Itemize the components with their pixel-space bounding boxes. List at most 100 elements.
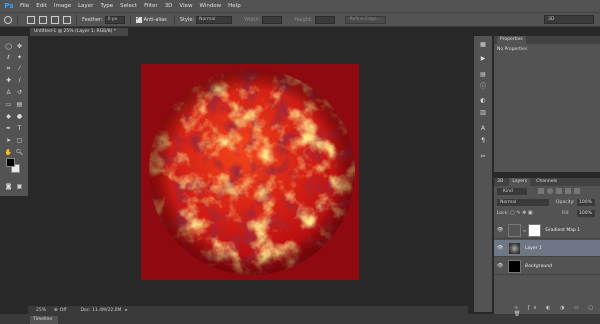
menu-3d[interactable]: 3D <box>165 3 173 9</box>
lock-icons[interactable]: ▢ ✎ ✥ ▣ <box>510 210 533 216</box>
document-tab[interactable]: Untitled-1 @ 25% (Layer 1, RGB/8) * <box>30 28 128 36</box>
adjustment-thumbnail <box>508 223 521 237</box>
layer-row-gradient-map[interactable]: 👁︎ ∞ Gradient Map 1 <box>494 222 600 239</box>
timeline-tab[interactable]: Timeline <box>30 316 58 324</box>
workspace-select[interactable]: 3D <box>544 15 594 24</box>
quick-mask-icon[interactable]: ◙ <box>4 182 13 191</box>
pen-icon[interactable]: ✒ <box>4 124 13 133</box>
menu-image[interactable]: Image <box>54 3 71 9</box>
properties-tab[interactable]: Properties <box>497 36 526 44</box>
width-input[interactable] <box>262 15 283 24</box>
magic-wand-icon[interactable]: ✦ <box>15 53 24 62</box>
eyedropper-icon[interactable]: ⁄ <box>15 64 24 73</box>
properties-panel: Properties No Properties <box>494 36 600 172</box>
smart-object-filter-icon[interactable] <box>574 188 580 194</box>
tab-3d[interactable]: 3D <box>497 178 503 186</box>
tab-layers[interactable]: Layers <box>509 178 531 186</box>
history-brush-icon[interactable]: ↺ <box>15 88 24 97</box>
canvas[interactable] <box>141 64 359 280</box>
pixel-filter-icon[interactable] <box>538 188 544 194</box>
fire-planet-image <box>149 69 355 275</box>
swatches-icon[interactable]: ▤ <box>478 70 488 79</box>
layer-name: Background <box>525 263 552 269</box>
subtract-selection-icon[interactable] <box>51 15 59 24</box>
mask-thumbnail[interactable] <box>528 223 542 237</box>
eraser-icon[interactable]: ▭ <box>4 100 13 109</box>
dodge-icon[interactable]: ● <box>15 112 24 121</box>
screen-mode-icon[interactable]: ▣ <box>15 182 24 191</box>
menu-filter[interactable]: Filter <box>144 3 158 9</box>
layer-row-layer-1[interactable]: 👁︎ Layer 1 <box>494 240 600 257</box>
actions-icon[interactable]: ▶ <box>478 54 488 63</box>
style-label: Style: <box>179 16 195 23</box>
healing-brush-icon[interactable]: ✚ <box>4 76 13 85</box>
type-icon[interactable]: T <box>15 124 24 133</box>
visibility-eye-icon[interactable]: 👁︎ <box>497 245 505 251</box>
feather-label: Feather: <box>82 16 103 23</box>
menu-view[interactable]: View <box>179 3 192 9</box>
menu-file[interactable]: File <box>20 3 29 9</box>
type-filter-icon[interactable] <box>556 188 562 194</box>
layer-row-background[interactable]: 👁︎ Background <box>494 258 600 275</box>
hand-icon[interactable]: ✋ <box>4 148 13 157</box>
crop-icon[interactable]: ⌗ <box>4 64 13 73</box>
move-icon[interactable]: ✥ <box>15 42 24 51</box>
menu-window[interactable]: Window <box>199 3 221 9</box>
layers-panel-header: 3D Layers Channels <box>494 178 600 186</box>
new-selection-icon[interactable] <box>27 15 35 24</box>
antialias-checkbox[interactable] <box>135 15 142 23</box>
adjustment-filter-icon[interactable] <box>547 188 553 194</box>
gradient-icon[interactable]: ▤ <box>15 100 24 109</box>
refine-edge-button[interactable]: Refine Edge... <box>344 15 386 24</box>
layers-panel: 3D Layers Channels Kind Normal Opacity: … <box>494 178 600 317</box>
menu-select[interactable]: Select <box>120 3 137 9</box>
menu-layer[interactable]: Layer <box>78 3 93 9</box>
fill-label: Fill: <box>562 211 570 216</box>
blur-icon[interactable]: ◆ <box>4 112 13 121</box>
style-select[interactable]: Normal <box>196 15 233 24</box>
blend-mode-select[interactable]: Normal <box>497 199 549 206</box>
height-input[interactable] <box>314 15 335 24</box>
character-icon[interactable]: ¶ <box>478 136 488 145</box>
menu-edit[interactable]: Edit <box>36 3 47 9</box>
foreground-color-swatch[interactable] <box>6 158 15 167</box>
status-arrow-icon[interactable]: ▸ <box>125 308 127 313</box>
path-selection-icon[interactable]: ➤ <box>4 136 13 145</box>
separator <box>173 14 175 25</box>
info-icon[interactable]: ⓘ <box>478 82 488 91</box>
status-bar: 25% ⊛ Off Doc: 11.4M/22.0M ▸ <box>28 306 468 314</box>
zoom-level[interactable]: 25% <box>36 308 46 313</box>
lasso-icon[interactable]: ℓ <box>4 53 13 62</box>
marquee-icon[interactable]: ◯ <box>4 42 13 51</box>
tab-channels[interactable]: Channels <box>536 178 557 186</box>
opacity-input[interactable]: 100% <box>577 199 595 206</box>
off-label: Off <box>59 307 67 313</box>
add-selection-icon[interactable] <box>39 15 47 24</box>
tools-presets-icon[interactable]: ✂ <box>478 152 488 161</box>
paragraph-icon[interactable]: A <box>478 124 488 133</box>
fill-input[interactable]: 100% <box>577 210 595 217</box>
history-icon[interactable]: ▦ <box>478 40 488 49</box>
layer-thumbnail <box>508 241 521 255</box>
visibility-eye-icon[interactable]: 👁︎ <box>497 263 505 269</box>
layer-actions[interactable]: ∞ ƒx ◐ ◑ ▭ ▢ 🗑︎ <box>514 305 600 317</box>
kind-filter[interactable]: Kind <box>497 188 527 195</box>
layer-name: Gradient Map 1 <box>545 227 581 233</box>
elliptical-marquee-icon[interactable] <box>4 15 12 24</box>
clone-stamp-icon[interactable]: ♙ <box>4 88 13 97</box>
filter-icons <box>538 188 596 195</box>
menu-type[interactable]: Type <box>100 3 113 9</box>
zoom-icon[interactable]: 🔍︎ <box>15 148 24 157</box>
visibility-eye-icon[interactable]: 👁︎ <box>497 227 505 233</box>
adjustments-icon[interactable]: ◐ <box>478 96 488 105</box>
shape-icon[interactable]: ▢ <box>15 136 24 145</box>
styles-icon[interactable]: ▥ <box>478 108 488 117</box>
lock-label: Lock: <box>497 211 509 216</box>
menu-help[interactable]: Help <box>228 3 241 9</box>
intersect-selection-icon[interactable] <box>63 15 71 24</box>
brush-icon[interactable]: ∕ <box>15 76 24 85</box>
options-bar: Feather: 0 px Anti-alias Style: Normal W… <box>0 12 600 27</box>
shape-filter-icon[interactable] <box>565 188 571 194</box>
link-icon[interactable]: ∞ <box>523 228 526 233</box>
feather-input[interactable]: 0 px <box>104 15 125 24</box>
